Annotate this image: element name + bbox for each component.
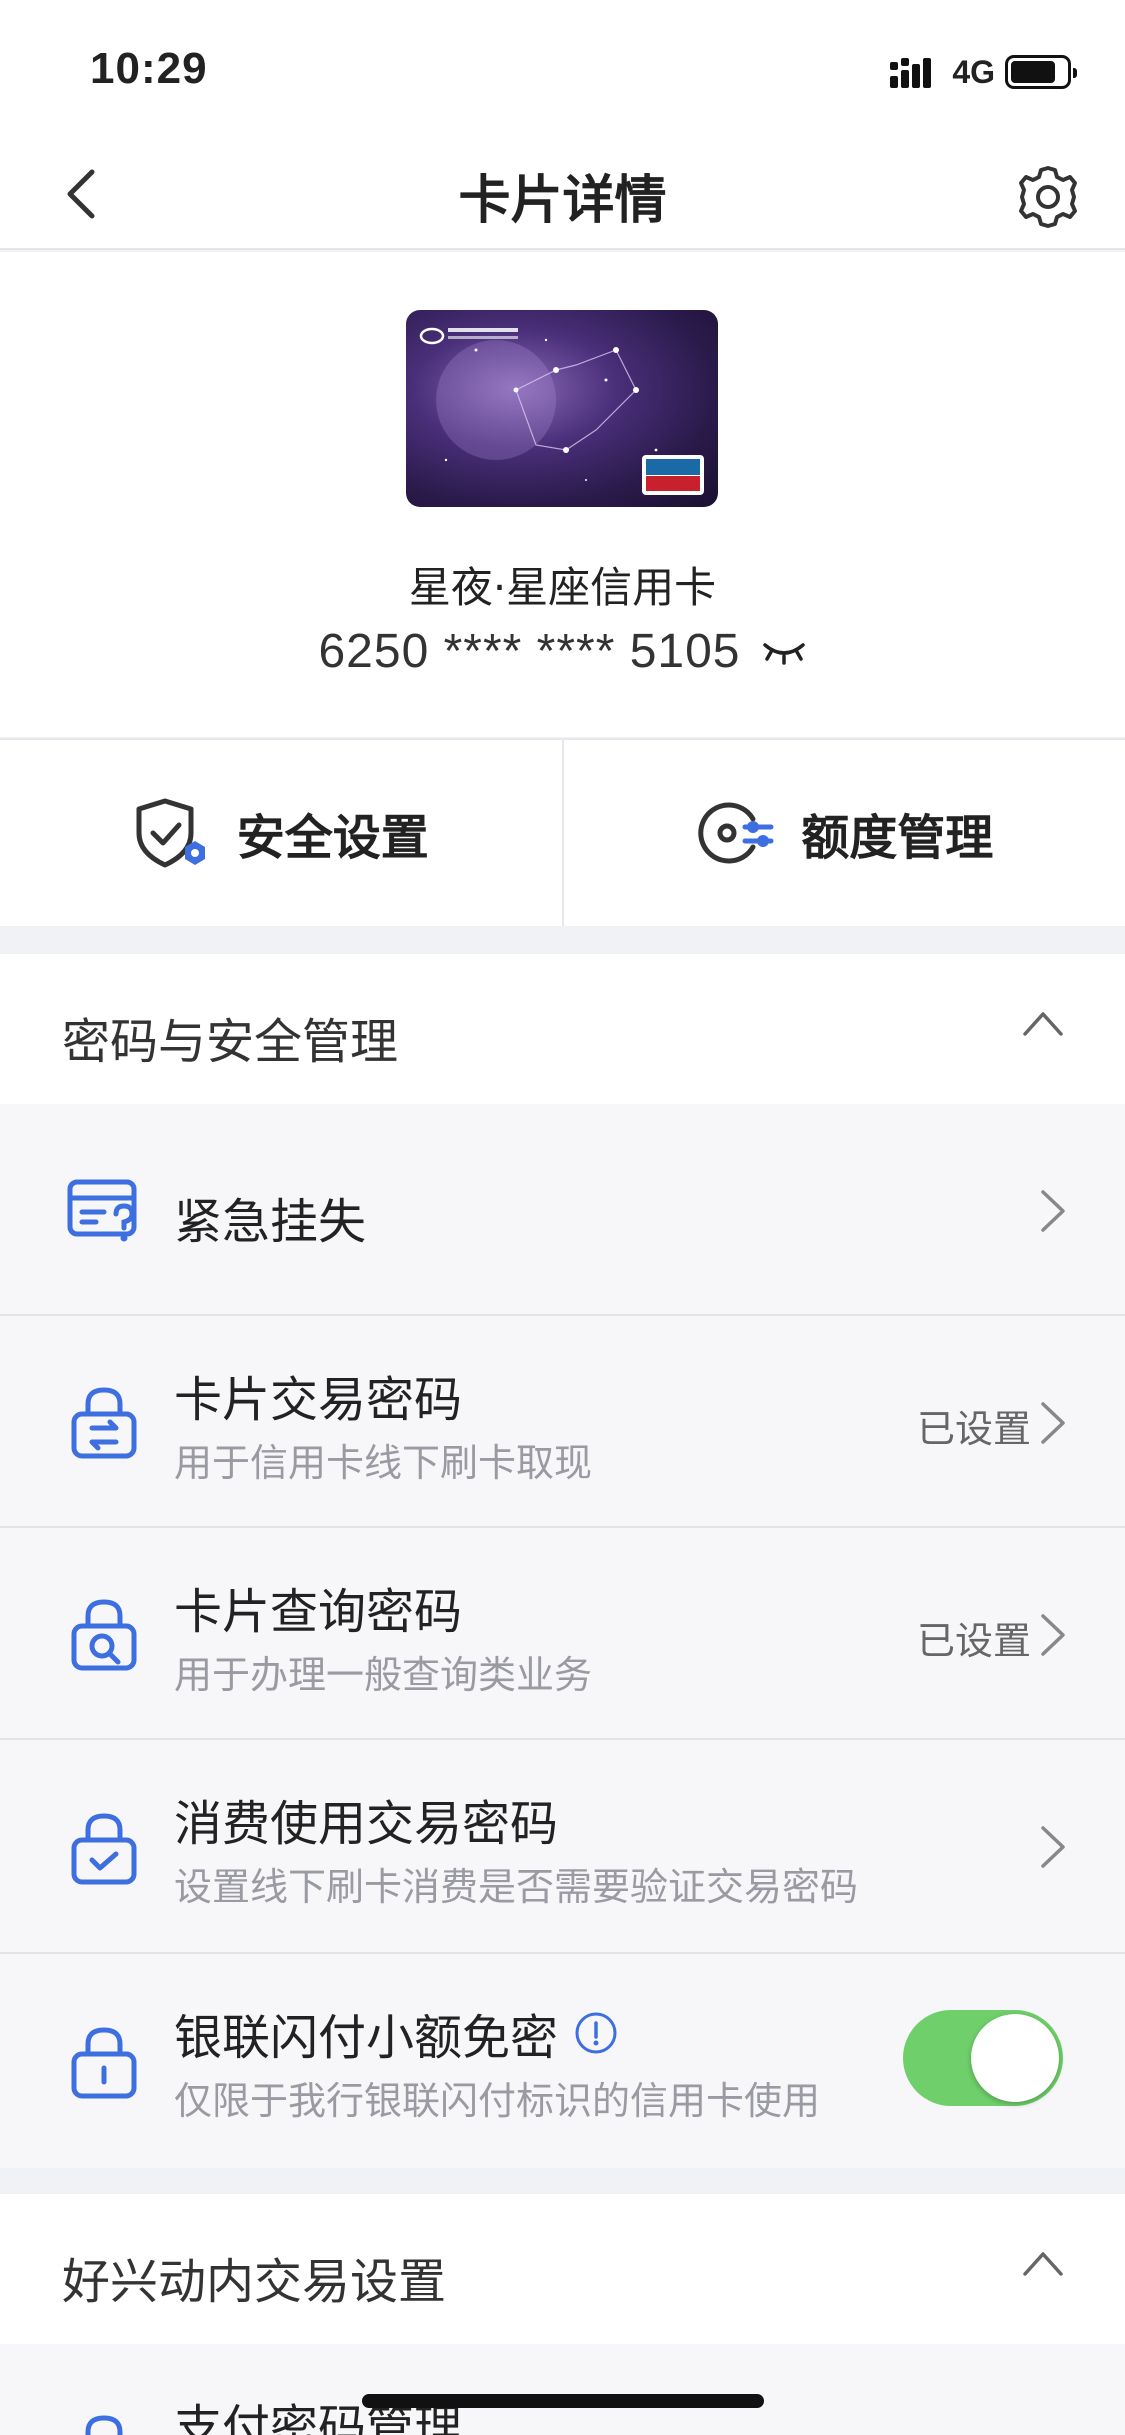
transaction-password-row[interactable]: 卡片交易密码 用于信用卡线下刷卡取现 已设置 xyxy=(0,1316,1125,1528)
chevron-up-icon[interactable] xyxy=(1021,1008,1065,1038)
status-time: 10:29 xyxy=(90,44,208,93)
chevron-right-icon xyxy=(1041,1826,1065,1868)
network-type: 4G xyxy=(952,53,995,90)
signal-icon xyxy=(890,58,932,88)
quickpass-row: 银联闪付小额免密 仅限于我行银联闪付标识的信用卡使用 xyxy=(0,1954,1125,2168)
eye-closed-icon[interactable] xyxy=(761,637,807,667)
status-bar: 10:29 4G xyxy=(0,0,1125,140)
lock-icon xyxy=(71,2027,137,2099)
shield-check-icon xyxy=(136,798,205,868)
status-text: 已设置 xyxy=(916,1619,1031,1663)
lock-exchange-icon xyxy=(71,1387,137,1459)
row-subtitle: 设置线下刷卡消费是否需要验证交易密码 xyxy=(174,1865,859,1909)
chevron-right-icon xyxy=(1041,1614,1065,1656)
row-subtitle: 用于办理一般查询类业务 xyxy=(174,1653,593,1697)
nav-bar: 卡片详情 xyxy=(0,140,1125,250)
row-title: 紧急挂失 xyxy=(174,1194,367,1250)
limit-management-label: 额度管理 xyxy=(801,810,994,866)
status-text: 已设置 xyxy=(916,1407,1031,1451)
info-icon[interactable] xyxy=(574,2011,618,2055)
query-password-row[interactable]: 卡片查询密码 用于办理一般查询类业务 已设置 xyxy=(0,1528,1125,1740)
payment-password-row[interactable]: 支付密码管理 xyxy=(0,2344,1125,2435)
quickpass-toggle[interactable] xyxy=(903,2010,1063,2106)
chevron-right-icon xyxy=(1041,1190,1065,1232)
section-title: 好兴动内交易设置 xyxy=(62,2254,447,2310)
row-title-group: 银联闪付小额免密 xyxy=(174,1998,618,2068)
gear-icon[interactable] xyxy=(1013,162,1083,232)
password-section-header[interactable]: 密码与安全管理 xyxy=(0,954,1125,1104)
row-subtitle: 用于信用卡线下刷卡取现 xyxy=(174,1441,593,1485)
quick-actions: 安全设置 额度管理 xyxy=(0,738,1125,926)
emergency-loss-row[interactable]: 紧急挂失 xyxy=(0,1104,1125,1316)
row-title: 银联闪付小额免密 xyxy=(174,2010,559,2066)
card-info: 星夜·星座信用卡 6250 **** **** 5105 xyxy=(0,252,1125,737)
haoxing-section-header[interactable]: 好兴动内交易设置 xyxy=(0,2194,1125,2344)
credit-card-image xyxy=(406,310,718,507)
lock-check-icon xyxy=(71,1813,137,1885)
limit-gauge-icon xyxy=(698,802,774,864)
chevron-right-icon xyxy=(1041,1402,1065,1444)
row-title: 卡片查询密码 xyxy=(174,1584,463,1640)
home-indicator xyxy=(362,2394,764,2408)
section-title: 密码与安全管理 xyxy=(62,1014,399,1070)
security-settings-label: 安全设置 xyxy=(236,810,429,866)
page-title: 卡片详情 xyxy=(458,171,667,231)
lock-search-icon xyxy=(71,1599,137,1671)
card-number-row: 6250 **** **** 5105 xyxy=(0,624,1125,679)
toggle-knob xyxy=(971,2014,1059,2102)
lock-icon xyxy=(85,2415,123,2435)
status-indicators: 4G xyxy=(890,52,1077,92)
row-title: 卡片交易密码 xyxy=(174,1372,463,1428)
card-name: 星夜·星座信用卡 xyxy=(408,563,717,612)
row-title: 消费使用交易密码 xyxy=(174,1796,559,1852)
security-settings-button[interactable]: 安全设置 xyxy=(0,740,562,926)
card-number: 6250 **** **** 5105 xyxy=(318,625,741,678)
consumption-password-row[interactable]: 消费使用交易密码 设置线下刷卡消费是否需要验证交易密码 xyxy=(0,1740,1125,1954)
chevron-up-icon[interactable] xyxy=(1021,2248,1065,2278)
card-question-icon xyxy=(67,1179,137,1242)
battery-icon xyxy=(1005,55,1077,89)
limit-management-button[interactable]: 额度管理 xyxy=(561,740,1125,926)
row-subtitle: 仅限于我行银联闪付标识的信用卡使用 xyxy=(174,2079,821,2123)
